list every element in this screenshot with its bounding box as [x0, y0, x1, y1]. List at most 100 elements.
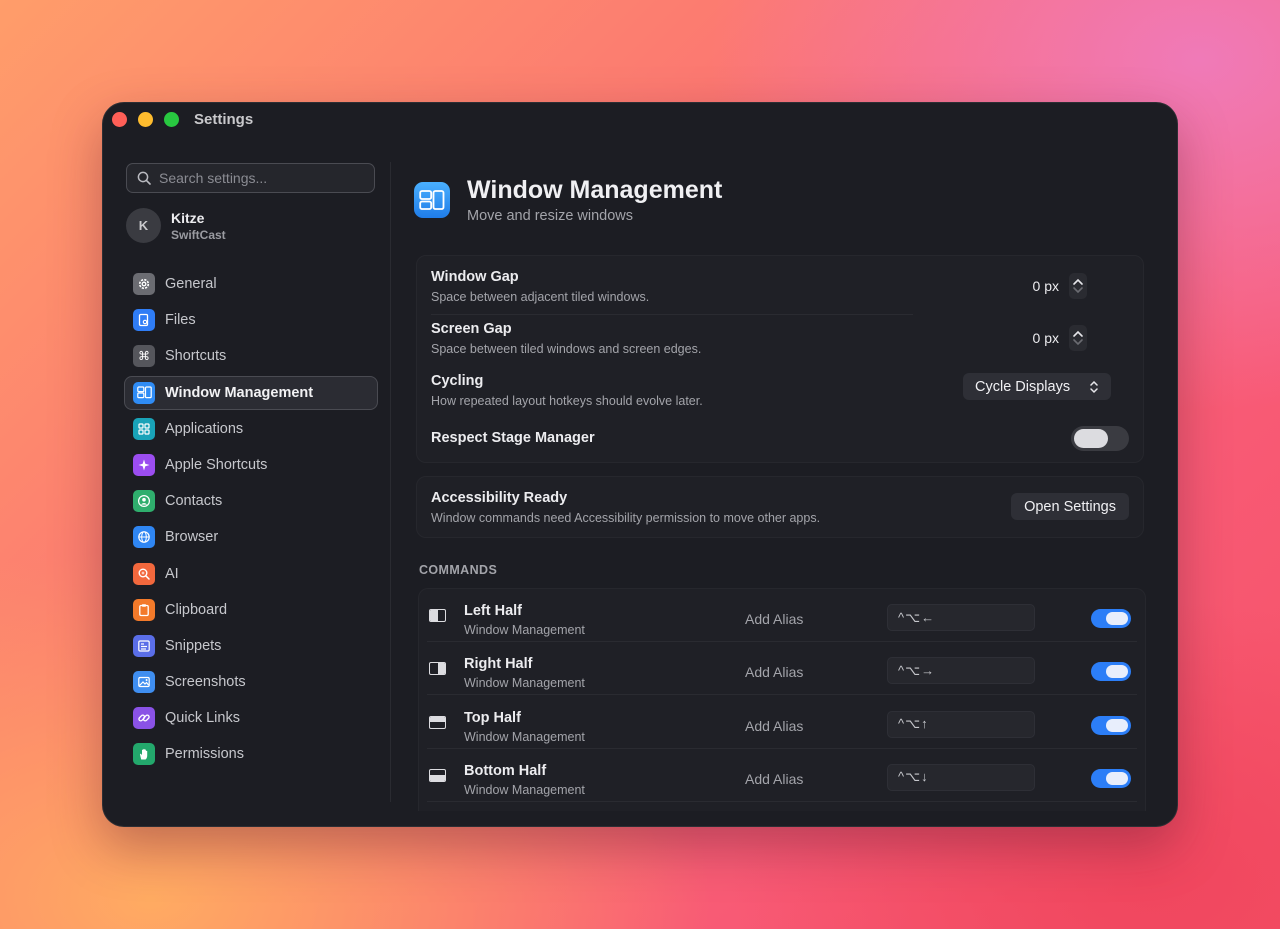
commands-section-title: COMMANDS — [419, 563, 498, 577]
hotkey-recorder[interactable]: ^⌥→ — [887, 657, 1035, 685]
image-icon — [133, 671, 155, 694]
window-gap-value: 0 px — [1032, 278, 1059, 294]
screen-gap-value: 0 px — [1032, 330, 1059, 346]
text-snippet-icon — [133, 634, 155, 657]
profile[interactable]: K Kitze SwiftCast — [126, 208, 226, 243]
sidebar-item-window-management[interactable]: Window Management — [124, 375, 378, 410]
accessibility-card: Accessibility Ready Window commands need… — [416, 476, 1144, 538]
sidebar-item-snippets[interactable]: Snippets — [124, 629, 378, 663]
toggle-knob — [1106, 665, 1128, 679]
add-alias-button[interactable]: Add Alias — [745, 664, 803, 680]
person-icon — [133, 490, 155, 513]
window-gap-row: Window Gap Space between adjacent tiled … — [431, 269, 1129, 304]
sidebar-item-label: Quick Links — [165, 710, 240, 727]
bottom-half-icon — [429, 768, 446, 782]
add-alias-button[interactable]: Add Alias — [745, 718, 803, 734]
divider — [427, 800, 1137, 802]
search-placeholder: Search settings... — [159, 170, 268, 186]
sidebar-item-label: AI — [165, 565, 179, 582]
sidebar-item-contacts[interactable]: Contacts — [124, 484, 378, 518]
command-title: Bottom Half — [464, 762, 547, 779]
hotkey-recorder[interactable]: ^⌥← — [887, 604, 1035, 631]
sidebar-item-general[interactable]: General — [124, 267, 378, 301]
hotkey-recorder[interactable]: ^⌥↓ — [887, 763, 1035, 791]
commands-list: Left Half Window Management Add Alias ^⌥← Ri… — [418, 588, 1146, 811]
window-gap-title: Window Gap — [431, 269, 519, 285]
command-subtitle: Window Management — [464, 623, 585, 637]
settings-window: Settings Search settings... K Kitze Swif… — [102, 102, 1178, 827]
toggle-knob — [1106, 718, 1128, 732]
sidebar-item-label: Clipboard — [165, 601, 228, 618]
cycling-select[interactable]: Cycle Displays — [963, 373, 1111, 400]
settings-card: Window Gap Space between adjacent tiled … — [416, 255, 1144, 463]
window-gap-stepper-buttons[interactable] — [1069, 273, 1087, 299]
page-subtitle: Move and resize windows — [467, 208, 634, 224]
sidebar-item-permissions[interactable]: Permissions — [124, 737, 378, 771]
stage-manager-title: Respect Stage Manager — [431, 430, 595, 446]
sidebar-item-shortcuts[interactable]: ⌘ Shortcuts — [124, 339, 378, 373]
screen-gap-desc: Space between tiled windows and screen e… — [431, 342, 702, 356]
chevron-down-icon[interactable] — [1072, 338, 1084, 347]
command-enabled-toggle[interactable] — [1091, 662, 1131, 682]
link-icon — [133, 707, 155, 730]
add-alias-button[interactable]: Add Alias — [745, 611, 803, 627]
command-row[interactable]: Bottom Half Window Management Add Alias ^⌥↓ — [419, 749, 1145, 802]
screen-gap-stepper: 0 px — [1033, 325, 1087, 351]
sidebar-item-screenshots[interactable]: Screenshots — [124, 665, 378, 699]
sidebar-item-label: Permissions — [165, 746, 244, 763]
command-title: Left Half — [464, 603, 522, 619]
profile-name: Kitze — [171, 209, 205, 226]
zoom-window-button[interactable] — [164, 112, 179, 127]
sidebar-divider — [390, 162, 391, 802]
sidebar-item-files[interactable]: Files — [124, 303, 378, 337]
command-row[interactable]: Right Half Window Management Add Alias ^⌥→ — [419, 642, 1145, 696]
traffic-lights — [112, 112, 179, 127]
screen-gap-row: Screen Gap Space between tiled windows a… — [431, 321, 1129, 356]
chevron-up-icon[interactable] — [1072, 329, 1084, 338]
sidebar-item-label: Window Management — [165, 384, 314, 401]
sidebar-item-label: Browser — [165, 529, 219, 546]
screen-gap-stepper-buttons[interactable] — [1069, 325, 1087, 351]
sidebar-item-quick-links[interactable]: Quick Links — [124, 701, 378, 735]
close-window-button[interactable] — [112, 112, 127, 127]
file-search-icon — [133, 309, 155, 332]
sidebar-item-browser[interactable]: Browser — [124, 520, 378, 554]
add-alias-button[interactable]: Add Alias — [745, 771, 803, 787]
sparkle-icon — [133, 453, 155, 476]
command-enabled-toggle[interactable] — [1091, 768, 1131, 788]
chevron-up-icon[interactable] — [1072, 277, 1084, 286]
divider — [431, 314, 913, 315]
sidebar-item-label: Files — [165, 312, 196, 329]
chevron-down-icon[interactable] — [1072, 286, 1084, 295]
command-subtitle: Window Management — [464, 676, 585, 691]
grid-icon — [133, 417, 155, 440]
command-enabled-toggle[interactable] — [1091, 715, 1131, 735]
top-half-icon — [429, 715, 446, 729]
command-row[interactable]: Top Half Window Management Add Alias ^⌥↑ — [419, 696, 1145, 749]
toggle-knob — [1106, 612, 1128, 625]
stage-manager-toggle[interactable] — [1071, 426, 1129, 451]
cycling-select-value: Cycle Displays — [975, 378, 1071, 395]
command-icon: ⌘ — [133, 345, 155, 368]
svg-text:⌘: ⌘ — [138, 349, 150, 363]
sidebar-item-label: Screenshots — [165, 674, 246, 691]
window-title: Settings — [194, 111, 254, 128]
sidebar-item-apple-shortcuts[interactable]: Apple Shortcuts — [124, 448, 378, 482]
cycling-row: Cycling How repeated layout hotkeys shou… — [431, 373, 1129, 408]
sidebar-nav: General Files ⌘ Shortcuts Window Management A… — [124, 267, 378, 774]
sidebar-item-applications[interactable]: Applications — [124, 412, 378, 446]
sidebar-item-clipboard[interactable]: Clipboard — [124, 593, 378, 627]
command-enabled-toggle[interactable] — [1091, 609, 1131, 628]
right-half-icon — [429, 662, 446, 676]
window-layout-icon — [414, 182, 450, 218]
open-settings-button[interactable]: Open Settings — [1011, 493, 1129, 520]
search-icon — [137, 171, 151, 185]
window-layout-icon — [133, 381, 155, 404]
hotkey-recorder[interactable]: ^⌥↑ — [887, 710, 1035, 738]
search-input[interactable]: Search settings... — [126, 163, 375, 193]
minimize-window-button[interactable] — [138, 112, 153, 127]
sidebar-item-label: Contacts — [165, 493, 223, 510]
command-row[interactable]: Left Half Window Management Add Alias ^⌥← — [419, 589, 1145, 642]
stage-manager-row: Respect Stage Manager — [431, 426, 1129, 456]
sidebar-item-ai[interactable]: AI — [124, 557, 378, 591]
